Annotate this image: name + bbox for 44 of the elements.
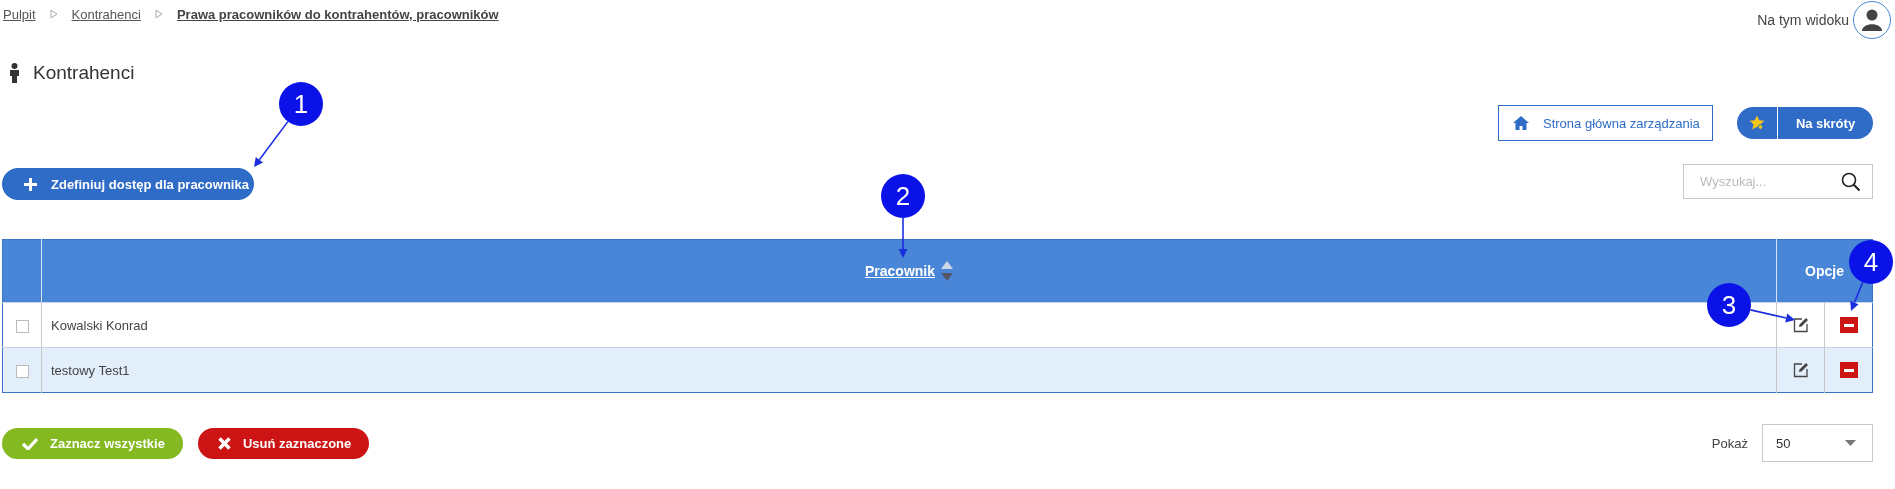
page-size-dropdown[interactable]: 50 — [1762, 424, 1873, 462]
check-icon — [22, 436, 38, 450]
view-label: Na tym widoku — [1757, 12, 1849, 28]
callout-marker: 2 — [881, 174, 925, 218]
home-button[interactable]: Strona główna zarządzania — [1498, 105, 1713, 141]
user-avatar-button[interactable] — [1853, 1, 1891, 39]
user-icon — [1862, 9, 1882, 31]
caret-icon — [1845, 440, 1856, 446]
breadcrumb-link[interactable]: Kontrahenci — [71, 6, 141, 22]
pencil-square-icon — [1792, 362, 1809, 379]
add-access-button[interactable]: Zdefiniuj dostęp dla pracownika — [2, 168, 254, 200]
leader-arrow — [1850, 281, 1864, 311]
delete-selected-button[interactable]: Usuń zaznaczone — [197, 427, 370, 459]
sort-icon — [941, 261, 953, 281]
page-title: Kontrahenci — [33, 62, 135, 84]
row-checkbox[interactable] — [15, 364, 29, 378]
table-cell: testowy Test1 — [41, 347, 1777, 393]
leader-arrow — [254, 120, 289, 167]
edit-button[interactable] — [1792, 317, 1809, 334]
person-icon — [10, 63, 19, 83]
edit-button[interactable] — [1792, 362, 1809, 379]
breadcrumb-link[interactable]: Prawa pracowników do kontrahentów, pracowników — [176, 6, 499, 22]
pencil-square-icon — [1792, 317, 1809, 334]
minus-icon — [1843, 323, 1854, 327]
page-size-label: Pokaż — [1711, 435, 1748, 451]
breadcrumb-link[interactable]: Pulpit — [3, 6, 36, 22]
row-checkbox[interactable] — [15, 319, 29, 333]
column-header-link[interactable]: Pracownik — [865, 263, 935, 279]
separator-icon — [49, 9, 58, 19]
x-icon — [217, 436, 231, 450]
star-icon — [1749, 115, 1765, 131]
plus-icon — [24, 177, 37, 191]
callout-marker: 1 — [279, 82, 323, 126]
search-field[interactable]: Wyszukaj... — [1683, 163, 1873, 199]
remove-button[interactable] — [1839, 317, 1858, 334]
leader-arrow — [1749, 309, 1795, 323]
separator-icon — [154, 9, 163, 19]
house-icon — [1513, 116, 1529, 130]
search-icon — [1841, 171, 1861, 192]
shortcuts-button[interactable]: Na skróty — [1737, 107, 1873, 139]
leader-arrow — [898, 217, 908, 258]
minus-icon — [1843, 368, 1854, 372]
callout-marker: 3 — [1707, 283, 1751, 327]
remove-button[interactable] — [1839, 362, 1858, 379]
